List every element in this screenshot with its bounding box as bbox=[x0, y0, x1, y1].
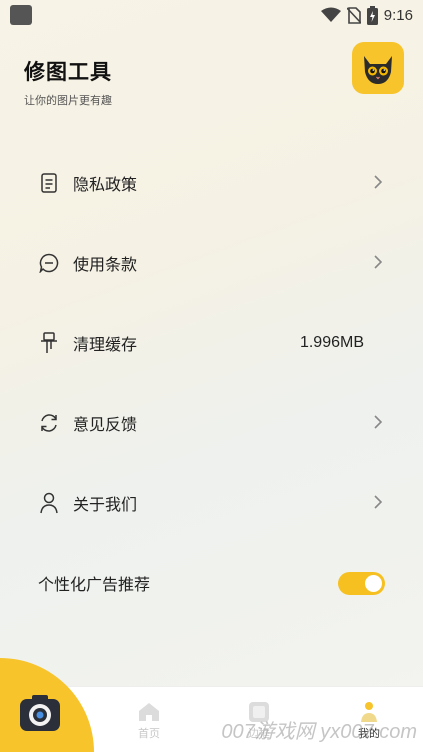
no-sim-icon bbox=[346, 6, 361, 24]
menu-item-about-us[interactable]: 关于我们 bbox=[0, 463, 423, 543]
menu-item-label: 关于我们 bbox=[73, 497, 138, 514]
menu-item-privacy-policy[interactable]: 隐私政策 bbox=[0, 143, 423, 223]
wifi-icon bbox=[320, 7, 341, 22]
menu-item-feedback[interactable]: 意见反馈 bbox=[0, 383, 423, 463]
menu-item-label: 隐私政策 bbox=[73, 177, 138, 194]
personalized-ads-row: 个性化广告推荐 bbox=[0, 543, 423, 623]
avatar[interactable] bbox=[352, 42, 404, 94]
toggle-knob bbox=[365, 575, 382, 592]
person-icon bbox=[38, 492, 60, 514]
menu-item-label: 意见反馈 bbox=[73, 417, 138, 434]
header: 修图工具 让你的图片更有趣 bbox=[24, 56, 112, 108]
menu-item-terms-of-use[interactable]: 使用条款 bbox=[0, 223, 423, 303]
status-time: 9:16 bbox=[383, 6, 413, 24]
refresh-icon bbox=[38, 412, 60, 434]
cache-size-value: 1.996MB bbox=[299, 334, 364, 351]
document-icon bbox=[38, 172, 60, 194]
camera-icon bbox=[20, 695, 60, 731]
notification-icon bbox=[10, 5, 32, 25]
personalized-ads-toggle[interactable] bbox=[338, 572, 385, 595]
page-subtitle: 让你的图片更有趣 bbox=[24, 95, 112, 107]
cat-avatar-icon bbox=[364, 56, 392, 84]
chevron-right-icon bbox=[374, 175, 383, 189]
settings-menu: 隐私政策 使用条款 清理缓存 1.996MB 意见反馈 关于我们 bbox=[0, 143, 423, 543]
status-icons: 9:16 bbox=[320, 5, 413, 25]
home-icon bbox=[139, 703, 159, 721]
menu-item-label: 使用条款 bbox=[73, 257, 138, 274]
battery-charging-icon bbox=[366, 5, 378, 25]
chevron-right-icon bbox=[374, 495, 383, 509]
chevron-right-icon bbox=[374, 415, 383, 429]
broom-icon bbox=[38, 332, 60, 354]
menu-item-label: 清理缓存 bbox=[73, 337, 138, 354]
chat-bubble-icon bbox=[38, 252, 60, 274]
watermark-text: 007游戏网 yx007.com bbox=[221, 721, 417, 743]
page-title: 修图工具 bbox=[24, 61, 112, 84]
menu-item-clear-cache[interactable]: 清理缓存 1.996MB bbox=[0, 303, 423, 383]
chevron-right-icon bbox=[374, 255, 383, 269]
status-bar: 9:16 bbox=[0, 0, 423, 30]
personalized-ads-label: 个性化广告推荐 bbox=[38, 577, 151, 594]
tab-home[interactable]: 首页 bbox=[119, 687, 179, 752]
tab-label: 首页 bbox=[138, 728, 160, 740]
